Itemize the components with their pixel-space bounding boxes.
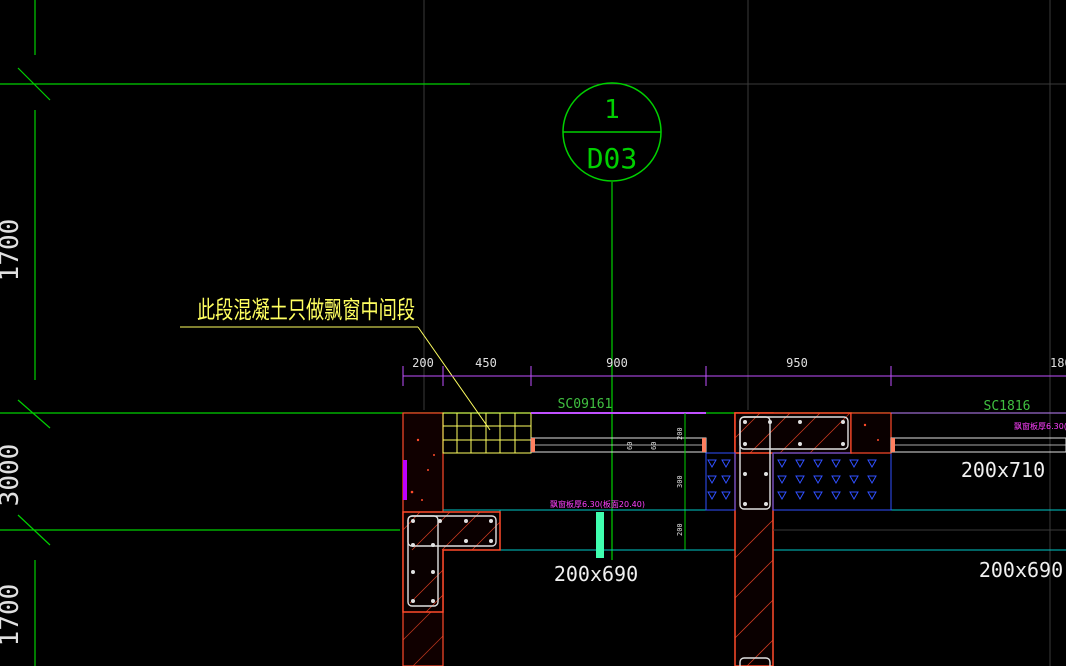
small-dim-v3: 200 bbox=[676, 427, 684, 440]
left-column bbox=[402, 511, 501, 613]
left-dimension-upper: 1700 bbox=[0, 219, 25, 282]
beam-label-right-top: 200x710 bbox=[961, 458, 1045, 482]
grid-lines bbox=[0, 0, 1066, 666]
small-dim-v2: 60 bbox=[650, 442, 658, 450]
dimension-180: 180 bbox=[1050, 356, 1066, 370]
dimension-texts: 200 450 900 950 180 bbox=[412, 356, 1066, 370]
beam-label-left: 200x690 bbox=[554, 562, 638, 586]
slab-note-right: 飘窗板厚6.30(板面 bbox=[1014, 421, 1066, 431]
small-dim-v5: 200 bbox=[676, 523, 684, 536]
annotation-note: 此段混凝土只做飘窗中间段 bbox=[197, 296, 415, 324]
window-mullion bbox=[596, 512, 604, 558]
section-sheet: D03 bbox=[587, 142, 638, 175]
blue-infill bbox=[705, 452, 892, 511]
dimension-900: 900 bbox=[606, 356, 628, 370]
annotation-leader: 此段混凝土只做飘窗中间段 bbox=[180, 296, 491, 431]
middle-column bbox=[734, 412, 852, 666]
dimension-950: 950 bbox=[786, 356, 808, 370]
dimension-200: 200 bbox=[412, 356, 434, 370]
section-marker[interactable]: 1 D03 bbox=[562, 82, 662, 182]
dimension-chain bbox=[402, 366, 1066, 386]
small-dim-v1: 60 bbox=[626, 442, 634, 450]
cad-drawing-canvas[interactable]: 1700 3000 1700 1 D03 此段混凝土只做飘窗中间段 200 45… bbox=[0, 0, 1066, 666]
left-dimension-lower: 1700 bbox=[0, 584, 25, 647]
small-dim-v4: 300 bbox=[676, 475, 684, 488]
left-dimension-texts: 1700 3000 1700 bbox=[0, 219, 25, 647]
slab-note-left: 飘窗板厚6.30(板面20.40) bbox=[550, 499, 645, 509]
section-number: 1 bbox=[604, 95, 620, 125]
beam-label-right-bottom: 200x690 bbox=[979, 558, 1063, 582]
left-dimension-middle: 3000 bbox=[0, 444, 25, 507]
dimension-450: 450 bbox=[475, 356, 497, 370]
concrete-grid-block bbox=[442, 412, 532, 454]
axis-lines bbox=[0, 0, 1066, 666]
window-label-right: SC1816 bbox=[984, 399, 1031, 414]
window-label-left: SC09161 bbox=[558, 397, 613, 412]
small-dims: 60 60 200 300 200 bbox=[626, 427, 684, 536]
